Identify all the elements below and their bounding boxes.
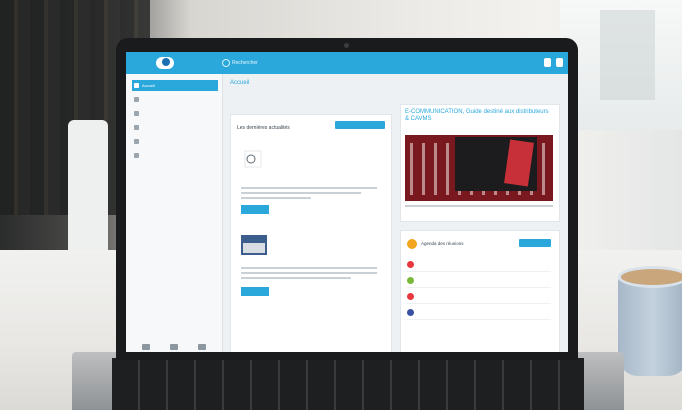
sidebar-footer-icon[interactable] (198, 344, 206, 350)
news-excerpt-line (241, 267, 377, 269)
search-input[interactable]: Rechercher (232, 58, 258, 68)
promo-card[interactable]: E-COMMUNICATION, Guide destiné aux distr… (400, 104, 560, 222)
app-logo[interactable] (156, 57, 174, 69)
logo-mark (162, 58, 170, 67)
all-news-button[interactable] (335, 121, 385, 129)
promo-image[interactable] (405, 135, 553, 201)
news-card: Les dernières actualités (230, 114, 392, 352)
agenda-item[interactable] (407, 307, 551, 320)
news-thumbnail-icon (241, 235, 267, 255)
sidebar-item-3[interactable] (132, 108, 218, 119)
news-thumbnail-icon (244, 150, 262, 168)
cup-rim (618, 266, 682, 288)
cup-body (618, 276, 682, 376)
news-excerpt-line (241, 192, 361, 194)
search-bar[interactable]: Rechercher (222, 58, 342, 68)
news-item[interactable] (241, 231, 377, 307)
read-more-button[interactable] (241, 205, 269, 214)
agenda-item[interactable] (407, 291, 551, 304)
laptop-base (72, 352, 624, 410)
sidebar-item-5[interactable] (132, 136, 218, 147)
news-excerpt-line (241, 272, 377, 274)
promo-box (455, 137, 537, 191)
background-chair (68, 120, 108, 260)
promo-title: E-COMMUNICATION, Guide destiné aux distr… (405, 109, 549, 122)
news-excerpt-line (241, 187, 377, 189)
laptop-keyboard (112, 358, 584, 410)
news-excerpt-line (241, 277, 351, 279)
status-dot-icon (407, 293, 414, 300)
status-dot-icon (407, 277, 414, 284)
webcam (344, 43, 349, 48)
menu-icon (134, 97, 139, 102)
laptop-lid: Rechercher Accueil Accueil Les dernières… (116, 38, 578, 360)
page-title: Accueil (230, 80, 250, 86)
coffee-cup (618, 266, 682, 378)
sidebar-footer-icon[interactable] (142, 344, 150, 350)
laptop-screen: Rechercher Accueil Accueil Les dernières… (126, 52, 568, 352)
agenda-card: Agenda des réunions (400, 230, 560, 352)
status-dot-icon (407, 261, 414, 268)
notification-icon[interactable] (544, 58, 551, 67)
sidebar-item-2[interactable] (132, 94, 218, 105)
status-dot-icon (407, 309, 414, 316)
news-excerpt-line (241, 197, 311, 199)
guide-book-image (504, 139, 534, 187)
news-item[interactable] (241, 145, 377, 215)
agenda-item[interactable] (407, 275, 551, 288)
menu-icon (134, 139, 139, 144)
menu-icon (134, 111, 139, 116)
read-more-button[interactable] (241, 287, 269, 296)
user-icon[interactable] (556, 58, 563, 67)
sidebar-item-6[interactable] (132, 150, 218, 161)
sidebar: Accueil (126, 74, 223, 352)
app-topbar: Rechercher (126, 52, 568, 74)
home-icon (134, 83, 139, 88)
promo-caption-line (405, 205, 553, 207)
agenda-item[interactable] (407, 259, 551, 272)
news-card-title: Les dernières actualités (237, 125, 290, 131)
agenda-all-button[interactable] (519, 239, 551, 247)
sidebar-item-home[interactable]: Accueil (132, 80, 218, 91)
sidebar-item-label: Accueil (142, 83, 155, 88)
background-window-frame (600, 10, 655, 100)
sidebar-footer-icon[interactable] (170, 344, 178, 350)
sidebar-item-4[interactable] (132, 122, 218, 133)
agenda-title: Agenda des réunions (421, 241, 464, 246)
menu-icon (134, 153, 139, 158)
search-icon (222, 59, 230, 67)
calendar-icon (407, 239, 417, 249)
menu-icon (134, 125, 139, 130)
